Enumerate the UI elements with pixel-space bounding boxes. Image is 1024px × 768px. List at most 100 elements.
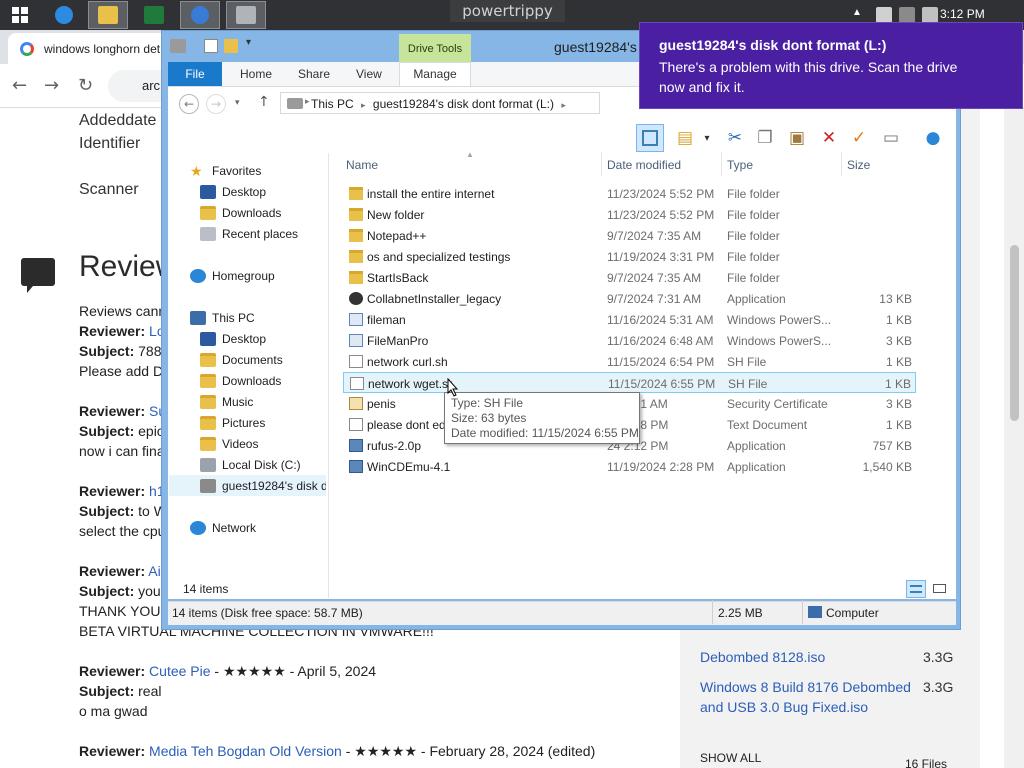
review-body: THANK YOU	[79, 603, 161, 619]
file-row[interactable]: Notepad++ 9/7/2024 7:35 AM File folder	[343, 225, 916, 246]
forward-button[interactable]: →	[206, 94, 226, 114]
chevron-right-icon[interactable]: ▸	[361, 100, 366, 110]
help-icon[interactable]: ●	[922, 127, 944, 149]
paste-icon[interactable]: ▣	[786, 127, 808, 149]
nav-pictures[interactable]: Pictures	[200, 413, 265, 433]
browser-tab[interactable]: windows longhorn det	[8, 33, 168, 64]
review-body: o ma gwad	[79, 703, 148, 719]
nav-desktop[interactable]: Desktop	[200, 182, 266, 202]
file-icon	[349, 355, 363, 368]
rename-icon[interactable]: ▭	[880, 127, 902, 149]
nav-pc-downloads[interactable]: Downloads	[200, 371, 281, 391]
back-arrow-icon[interactable]: ←	[12, 75, 27, 96]
tab-home[interactable]: Home	[240, 67, 272, 81]
properties-icon[interactable]: ▤	[674, 127, 696, 149]
application-icon	[349, 460, 363, 473]
column-divider[interactable]	[601, 152, 602, 176]
tab-manage[interactable]: Manage	[399, 62, 471, 86]
drive-error-notification[interactable]: guest19284's disk dont format (L:) There…	[639, 22, 1023, 109]
breadcrumb-drive[interactable]: guest19284's disk dont format (L:)	[373, 97, 554, 111]
quick-access-dropdown-icon[interactable]: ▾	[246, 37, 251, 48]
show-all-link[interactable]: SHOW ALL	[700, 751, 761, 765]
properties-icon[interactable]	[204, 39, 218, 53]
column-divider[interactable]	[841, 152, 842, 176]
nav-favorites[interactable]: ★ Favorites	[190, 161, 261, 181]
new-folder-icon[interactable]	[224, 39, 238, 53]
reviewer-link[interactable]: Cutee Pie	[149, 663, 210, 679]
tab-file[interactable]: File	[168, 62, 222, 86]
file-row[interactable]: New folder 11/23/2024 5:52 PM File folder	[343, 204, 916, 225]
column-header-size[interactable]: Size	[847, 158, 870, 172]
copy-icon[interactable]: ❐	[754, 127, 776, 149]
file-link[interactable]: Windows 8 Build 8176 Debombed and USB 3.…	[700, 677, 920, 717]
breadcrumb-this-pc[interactable]: This PC	[311, 97, 354, 111]
delete-icon[interactable]: ✕	[818, 127, 840, 149]
column-header-name[interactable]: Name	[346, 158, 378, 172]
file-row[interactable]: fileman 11/16/2024 5:31 AM Windows PowerS.…	[343, 309, 916, 330]
nav-documents[interactable]: Documents	[200, 350, 283, 370]
up-button[interactable]: ↑	[258, 94, 270, 110]
nav-guest-disk[interactable]: guest19284's disk dc	[200, 476, 326, 496]
nav-pc-desktop[interactable]: Desktop	[200, 329, 266, 349]
column-divider[interactable]	[721, 152, 722, 176]
application-icon	[349, 439, 363, 452]
reviewer-link[interactable]: Ai	[148, 563, 160, 579]
details-view-button[interactable]	[906, 580, 926, 598]
nav-music[interactable]: Music	[200, 392, 253, 412]
tray-expand-icon[interactable]: ▲	[852, 7, 868, 23]
page-scrollbar[interactable]	[1004, 108, 1024, 768]
network-icon[interactable]	[899, 7, 915, 23]
chrome-taskbar-button[interactable]	[180, 1, 220, 29]
file-explorer-taskbar-button[interactable]	[88, 1, 128, 29]
excel-taskbar-button[interactable]	[134, 1, 174, 29]
file-row[interactable]: FileManPro 11/16/2024 6:48 AM Windows Powe…	[343, 330, 916, 351]
preview-pane-button[interactable]	[636, 124, 664, 152]
desktop-icon	[200, 185, 216, 199]
nav-recent-places[interactable]: Recent places	[200, 224, 298, 244]
printer-taskbar-button[interactable]	[226, 1, 266, 29]
address-bar[interactable]: arc	[108, 70, 168, 102]
explorer-address-bar[interactable]: ▸ This PC ▸ guest19284's disk dont forma…	[280, 92, 600, 114]
nav-network[interactable]: Network	[190, 518, 256, 538]
clock[interactable]: 3:12 PM	[940, 7, 985, 21]
review-reviewer: Reviewer: h1	[79, 483, 165, 499]
file-row[interactable]: os and specialized testings 11/19/2024 3:…	[343, 246, 916, 267]
reviewer-link[interactable]: Media Teh Bogdan Old Version	[149, 743, 342, 759]
file-row[interactable]: CollabnetInstaller_legacy 9/7/2024 7:31 A…	[343, 288, 916, 309]
column-header-type[interactable]: Type	[727, 158, 753, 172]
nav-local-disk[interactable]: Local Disk (C:)	[200, 455, 301, 475]
start-button[interactable]	[0, 1, 40, 29]
nav-divider	[328, 153, 329, 598]
forward-arrow-icon[interactable]: →	[44, 75, 59, 96]
chevron-right-icon[interactable]: ▸	[305, 96, 310, 107]
chevron-down-icon[interactable]: ▾	[696, 127, 718, 149]
volume-icon[interactable]	[922, 7, 938, 23]
drive-icon	[170, 39, 186, 53]
nav-homegroup[interactable]: Homegroup	[190, 266, 275, 286]
checkmark-icon[interactable]: ✓	[848, 127, 870, 149]
chevron-right-icon[interactable]: ▸	[561, 100, 566, 110]
nav-this-pc[interactable]: This PC	[190, 308, 255, 328]
internet-explorer-taskbar-button[interactable]	[44, 1, 84, 29]
file-link[interactable]: Debombed 8128.iso	[700, 647, 825, 667]
large-icons-view-button[interactable]	[930, 580, 950, 598]
tab-share[interactable]: Share	[298, 67, 330, 81]
reload-icon[interactable]: ↻	[78, 75, 93, 96]
review-reviewer: Reviewer: Cutee Pie - ★★★★★ - April 5, 2…	[79, 663, 377, 679]
tab-view[interactable]: View	[356, 67, 382, 81]
file-row[interactable]: network curl.sh 11/15/2024 6:54 PM SH File…	[343, 351, 916, 372]
file-row-hovered[interactable]: network wget.sh 11/15/2024 6:55 PM SH File…	[343, 372, 916, 393]
homegroup-icon	[190, 269, 206, 283]
recent-locations-dropdown[interactable]: ▾	[235, 97, 240, 108]
file-row[interactable]: WinCDEmu-4.1 11/19/2024 2:28 PM Applicatio…	[343, 456, 916, 477]
file-row[interactable]: StartIsBack 9/7/2024 7:35 AM File folder	[343, 267, 916, 288]
action-center-icon[interactable]	[876, 7, 892, 23]
nav-downloads[interactable]: Downloads	[200, 203, 281, 223]
nav-videos[interactable]: Videos	[200, 434, 258, 454]
back-button[interactable]: ←	[179, 94, 199, 114]
drive-tools-tab-group: Drive Tools	[399, 34, 471, 62]
column-header-date[interactable]: Date modified	[607, 158, 681, 172]
page-scrollbar-thumb[interactable]	[1010, 245, 1019, 421]
file-row[interactable]: install the entire internet 11/23/2024 5:…	[343, 183, 916, 204]
cut-icon[interactable]: ✂	[724, 127, 746, 149]
